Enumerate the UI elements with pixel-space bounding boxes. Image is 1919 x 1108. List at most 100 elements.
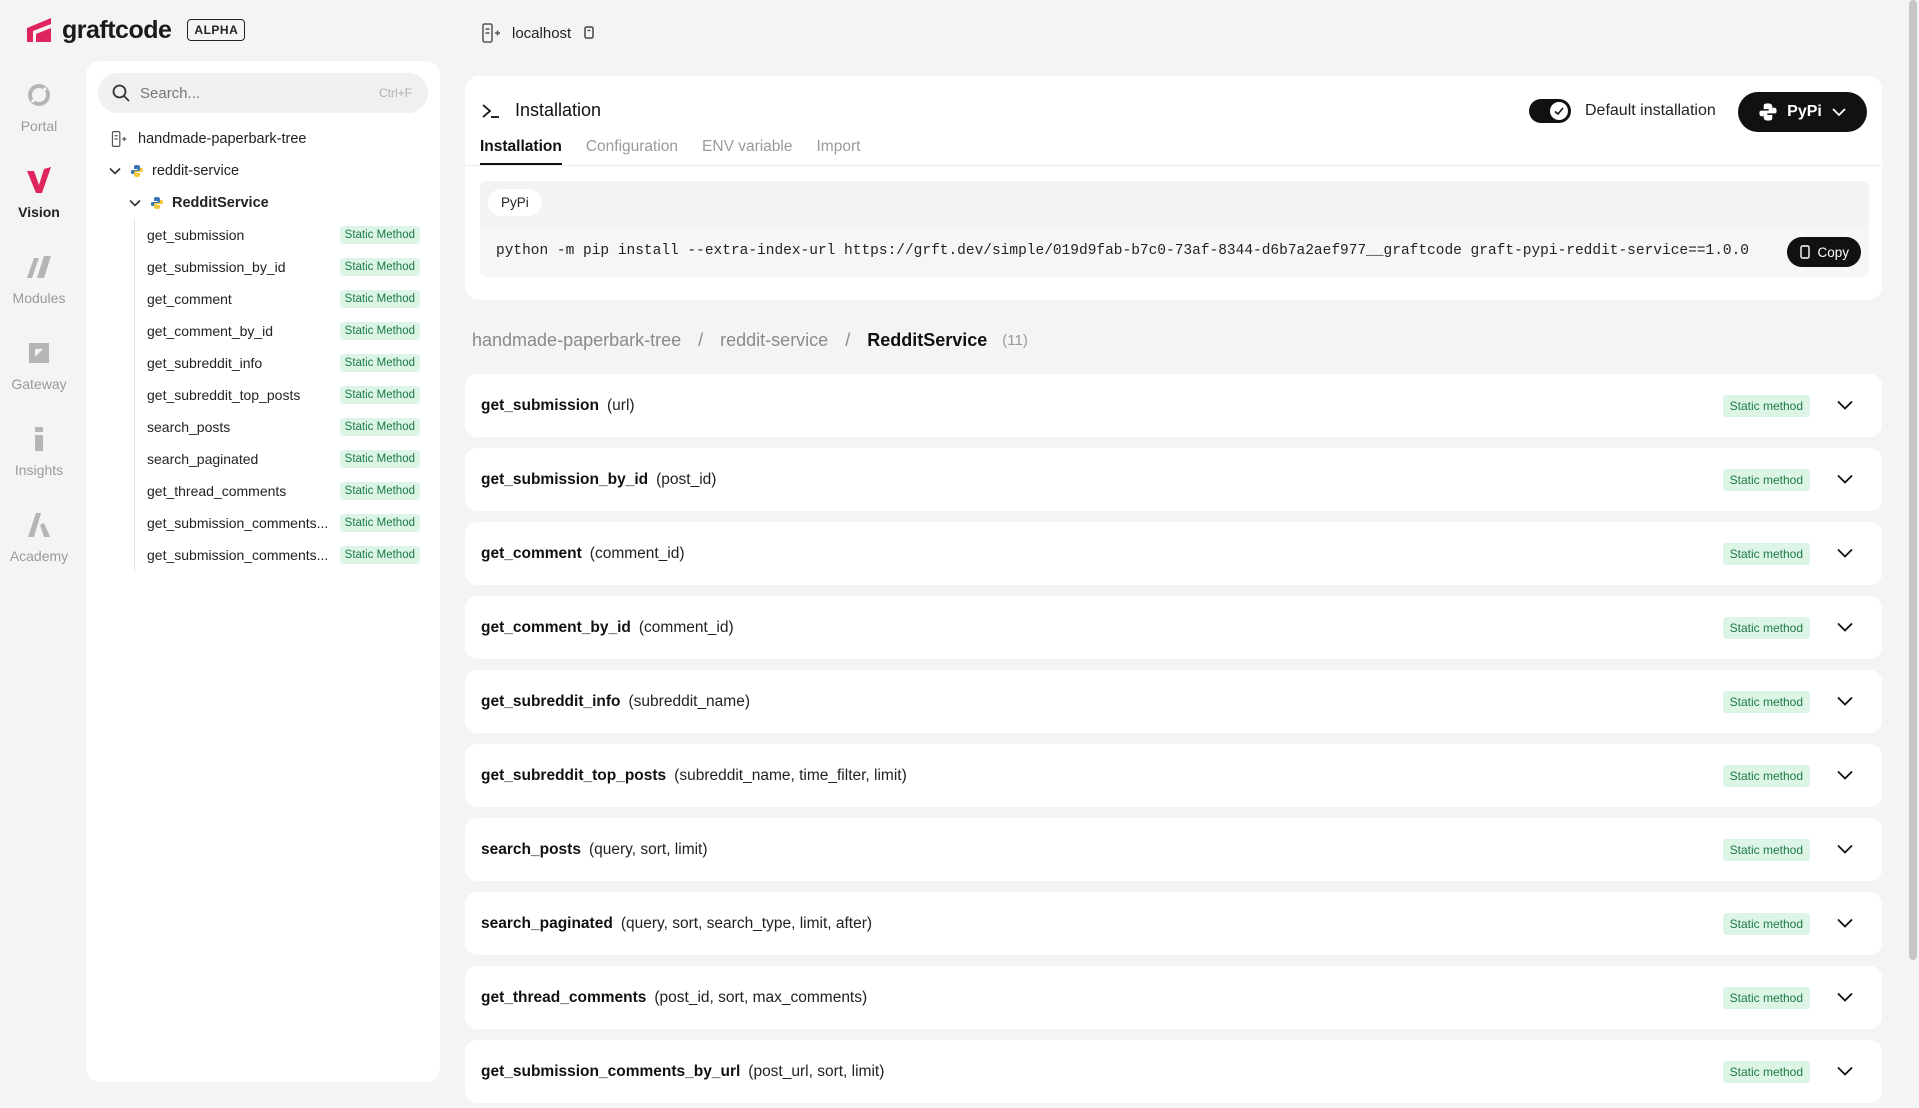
breadcrumb-service[interactable]: reddit-service [720, 330, 828, 351]
tab-env-variable[interactable]: ENV variable [702, 138, 792, 165]
left-rail: Portal Vision Modules Gateway Insights A… [0, 70, 78, 586]
method-card[interactable]: search_paginated (query, sort, search_ty… [465, 892, 1882, 955]
tree-method-name: search_posts [147, 419, 231, 435]
method-params: (post_url, sort, limit) [748, 1062, 885, 1080]
tab-configuration[interactable]: Configuration [586, 138, 678, 165]
chevron-down-icon[interactable] [108, 164, 122, 178]
chevron-down-icon[interactable] [1836, 840, 1854, 858]
chevron-down-icon[interactable] [1836, 1062, 1854, 1080]
server-icon [111, 131, 127, 147]
rail-item-modules[interactable]: Modules [0, 242, 78, 328]
search-input[interactable] [140, 84, 379, 102]
method-card[interactable]: get_comment (comment_id) Static method [465, 522, 1882, 585]
method-name: get_thread_comments [481, 988, 647, 1006]
chevron-down-icon[interactable] [1836, 988, 1854, 1006]
portal-icon [24, 78, 54, 112]
tree-method-item[interactable]: get_submission_comments... Static Method [86, 539, 440, 571]
module-tree: handmade-paperbark-tree reddit-service R… [86, 123, 440, 571]
static-method-badge: Static method [1722, 1060, 1810, 1083]
page-scrollbar[interactable] [1909, 0, 1917, 960]
tree-method-item[interactable]: get_submission_by_id Static Method [86, 251, 440, 283]
method-params: (comment_id) [589, 544, 685, 562]
tab-import[interactable]: Import [817, 138, 861, 165]
tree-item-project[interactable]: handmade-paperbark-tree [86, 123, 440, 155]
method-name: search_posts [481, 840, 581, 858]
tree-method-name: get_submission_by_id [147, 259, 286, 275]
method-card[interactable]: get_submission_comments_by_url (post_url… [465, 1040, 1882, 1103]
method-card[interactable]: get_submission_by_id (post_id) Static me… [465, 448, 1882, 511]
installation-title: Installation [515, 100, 602, 120]
tree-method-item[interactable]: get_submission Static Method [86, 219, 440, 251]
static-method-badge: Static method [1722, 394, 1810, 417]
default-installation-label: Default installation [1585, 102, 1716, 119]
chevron-down-icon[interactable] [1836, 766, 1854, 784]
breadcrumb-project[interactable]: handmade-paperbark-tree [472, 330, 681, 351]
brand-logo[interactable]: graftcode ALPHA [24, 12, 246, 48]
tree-method-item[interactable]: search_paginated Static Method [86, 443, 440, 475]
static-method-badge: Static Method [339, 354, 420, 372]
code-tab-pypi[interactable]: PyPi [488, 189, 542, 216]
method-card[interactable]: get_subreddit_info (subreddit_name) Stat… [465, 670, 1882, 733]
tab-installation[interactable]: Installation [480, 138, 562, 165]
method-params: (subreddit_name) [628, 692, 750, 710]
install-command: python -m pip install --extra-index-url … [496, 243, 1750, 259]
code-line: python -m pip install --extra-index-url … [480, 227, 1869, 277]
tree-item-service[interactable]: reddit-service [86, 155, 440, 187]
static-method-badge: Static Method [339, 290, 420, 308]
tree-method-item[interactable]: get_subreddit_info Static Method [86, 347, 440, 379]
static-method-badge: Static method [1722, 986, 1810, 1009]
vision-icon [24, 164, 54, 198]
module-tree-panel: Ctrl+F handmade-paperbark-tree reddit-se… [86, 61, 440, 1082]
server-icon [482, 23, 500, 43]
package-manager-dropdown[interactable]: PyPi [1738, 92, 1867, 132]
tree-method-item[interactable]: get_comment_by_id Static Method [86, 315, 440, 347]
tree-method-item[interactable]: get_thread_comments Static Method [86, 475, 440, 507]
copy-host-icon[interactable] [581, 25, 597, 41]
method-card[interactable]: get_comment_by_id (comment_id) Static me… [465, 596, 1882, 659]
toggle-switch[interactable] [1529, 99, 1571, 123]
chevron-down-icon[interactable] [1836, 618, 1854, 636]
chevron-down-icon[interactable] [1836, 692, 1854, 710]
graftcode-logo-icon [27, 18, 51, 42]
rail-label-modules: Modules [12, 290, 66, 306]
tree-item-class[interactable]: RedditService [86, 187, 440, 219]
rail-item-portal[interactable]: Portal [0, 70, 78, 156]
tree-method-item[interactable]: get_comment Static Method [86, 283, 440, 315]
tree-method-item[interactable]: get_subreddit_top_posts Static Method [86, 379, 440, 411]
tree-method-item[interactable]: get_submission_comments... Static Method [86, 507, 440, 539]
method-params: (query, sort, limit) [588, 840, 708, 858]
rail-item-vision[interactable]: Vision [0, 156, 78, 242]
static-method-badge: Static Method [339, 450, 420, 468]
breadcrumb-separator: / [845, 330, 851, 350]
chevron-down-icon[interactable] [1836, 914, 1854, 932]
chevron-down-icon[interactable] [1836, 470, 1854, 488]
search-box[interactable]: Ctrl+F [98, 73, 428, 113]
static-method-badge: Static Method [339, 514, 420, 532]
academy-icon [24, 508, 54, 542]
method-card[interactable]: get_thread_comments (post_id, sort, max_… [465, 966, 1882, 1029]
tree-project-label: handmade-paperbark-tree [138, 131, 307, 147]
default-installation-toggle[interactable]: Default installation [1529, 99, 1716, 123]
python-icon [151, 197, 163, 209]
method-card[interactable]: get_submission (url) Static method [465, 374, 1882, 437]
method-params: (comment_id) [638, 618, 734, 636]
chevron-down-icon[interactable] [1836, 396, 1854, 414]
tree-method-item[interactable]: search_posts Static Method [86, 411, 440, 443]
rail-item-academy[interactable]: Academy [0, 500, 78, 586]
chevron-down-icon[interactable] [128, 196, 142, 210]
copy-button[interactable]: Copy [1787, 237, 1861, 267]
rail-item-gateway[interactable]: Gateway [0, 328, 78, 414]
method-name: search_paginated [481, 914, 613, 932]
rail-item-insights[interactable]: Insights [0, 414, 78, 500]
static-method-badge: Static Method [339, 482, 420, 500]
chevron-down-icon[interactable] [1836, 544, 1854, 562]
rail-label-insights: Insights [14, 462, 64, 478]
static-method-badge: Static method [1722, 468, 1810, 491]
method-name: get_subreddit_info [481, 692, 621, 710]
method-card[interactable]: search_posts (query, sort, limit) Static… [465, 818, 1882, 881]
breadcrumb: handmade-paperbark-tree / reddit-service… [472, 330, 1028, 351]
terminal-icon [482, 103, 499, 118]
breadcrumb-class: RedditService [867, 330, 988, 350]
method-card[interactable]: get_subreddit_top_posts (subreddit_name,… [465, 744, 1882, 807]
static-method-badge: Static Method [339, 322, 420, 340]
